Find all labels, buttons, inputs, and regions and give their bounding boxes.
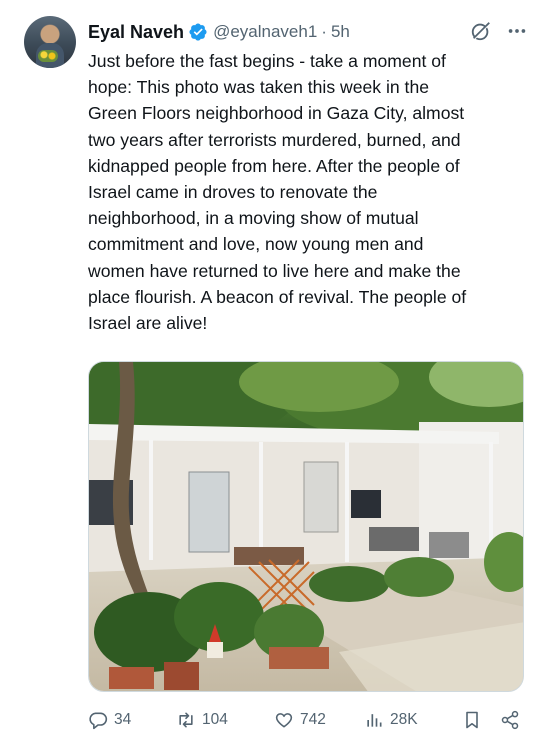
views-count: 28K — [390, 711, 418, 728]
tweet-text: Just before the fast begins - take a mom… — [88, 51, 467, 334]
more-icon[interactable] — [506, 20, 528, 42]
separator-dot: · — [321, 22, 327, 41]
author-name[interactable]: Eyal Naveh — [88, 22, 184, 43]
reply-icon — [89, 712, 108, 730]
share-button[interactable] — [500, 708, 526, 732]
like-button[interactable]: 742 — [274, 708, 326, 732]
tweet-time[interactable]: 5h — [331, 22, 350, 42]
repost-count: 104 — [202, 711, 228, 728]
like-count: 742 — [300, 711, 326, 728]
garden-house-image — [89, 362, 523, 691]
views-icon — [367, 714, 382, 727]
repost-button[interactable]: 104 — [176, 708, 228, 732]
tweet-header: Eyal Naveh @eyalnaveh1 · 5h — [88, 18, 528, 46]
reply-count: 34 — [114, 711, 132, 728]
tweet-photo[interactable] — [88, 361, 524, 692]
bookmark-button[interactable] — [462, 708, 488, 732]
header-actions — [470, 20, 528, 42]
repost-icon — [179, 712, 193, 728]
grok-icon[interactable] — [470, 20, 492, 42]
verified-badge-icon — [188, 22, 208, 42]
avatar-flowers — [38, 50, 58, 62]
tweet-actions: 34 104 742 28K — [88, 708, 528, 732]
heart-icon — [275, 713, 293, 728]
share-icon — [501, 710, 519, 730]
avatar[interactable] — [24, 16, 76, 68]
bookmark-icon — [466, 711, 478, 729]
views-button[interactable]: 28K — [364, 708, 418, 732]
reply-button[interactable]: 34 — [88, 708, 131, 732]
author-handle[interactable]: @eyalnaveh1 — [213, 22, 317, 42]
